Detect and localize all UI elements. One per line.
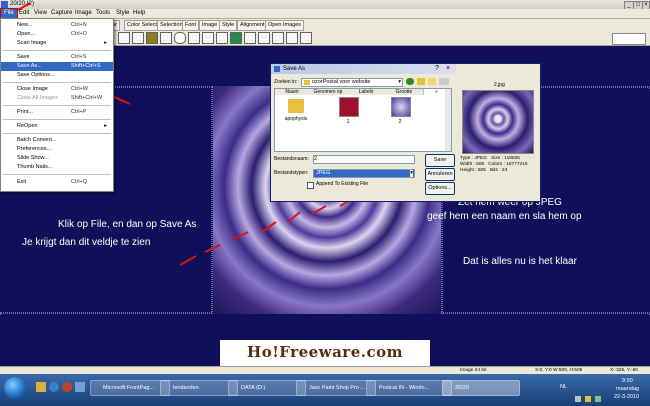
menu-item-preferences[interactable]: Preferences...	[1, 145, 113, 154]
preview-filename: 2.jpg	[494, 82, 505, 88]
help-icon[interactable]: ?	[435, 65, 439, 73]
menu-item-slide-show[interactable]: Slide Show...	[1, 154, 113, 163]
menu-item-scan-image[interactable]: Scan Image ▸	[1, 39, 113, 48]
view-menu-icon[interactable]	[439, 78, 449, 85]
preview-pane: 2.jpg Type : JPEG Size : 118835 Width : …	[456, 63, 541, 202]
menu-item-print[interactable]: Print... Ctrl+P	[1, 108, 113, 117]
menu-item-thumb-nails[interactable]: Thumb Nails...	[1, 163, 113, 172]
menu-item-exit[interactable]: Exit Ctrl+Q	[1, 178, 113, 187]
menu-item-close-image[interactable]: Close Image Ctrl+W	[1, 85, 113, 94]
red-arrow-icon	[17, 2, 31, 11]
file-label-2[interactable]: 2	[385, 119, 415, 125]
dialog-close-icon[interactable]: ×	[446, 65, 450, 73]
file-thumb-1[interactable]	[339, 97, 359, 117]
quicklaunch-browser-icon[interactable]	[49, 382, 59, 392]
dialog-icon	[274, 66, 280, 72]
filename-input[interactable]: 2	[313, 155, 415, 164]
filetype-select[interactable]: JPEG ▾	[313, 169, 415, 178]
tray-network-icon[interactable]	[575, 396, 581, 402]
clock-time[interactable]: 9:50	[622, 378, 633, 384]
save-as-dialog: Save As ? × Zoeken in: ozorPostal voor w…	[270, 63, 458, 202]
menu-separator	[3, 82, 111, 83]
clock-day: maandag	[616, 386, 639, 392]
column-date[interactable]: Genomen op	[309, 89, 348, 95]
taskbar-item-frontpage[interactable]: Microsoft FrontPag...	[90, 380, 170, 396]
up-folder-icon[interactable]	[417, 78, 425, 85]
chevron-down-icon: ▾	[398, 79, 401, 85]
taskbar-item-data-drive[interactable]: DATA (D:)	[228, 380, 306, 396]
taskbar: Microsoft FrontPag... bestanden DATA (D:…	[0, 374, 650, 406]
column-size[interactable]: Grootte	[385, 89, 424, 95]
lookin-select[interactable]: ozorPostal voor website ▾	[301, 78, 403, 87]
folder-apophysis-icon[interactable]	[288, 99, 304, 113]
options-button[interactable]: Options...	[425, 182, 455, 195]
menu-item-open[interactable]: Open... Ctrl+O	[1, 30, 113, 39]
taskbar-item-paint-shop-pro[interactable]: Jasc Paint Shop Pro ...	[296, 380, 376, 396]
freeware-banner: Ho!Freeware.com	[220, 340, 430, 366]
file-label-1[interactable]: 1	[333, 119, 363, 125]
red-arrow-icon	[111, 95, 131, 105]
quicklaunch-desktop-icon[interactable]	[75, 382, 85, 392]
menu-item-save-options[interactable]: Save Options...	[1, 71, 113, 80]
red-arrow-icon	[311, 205, 327, 215]
taskbar-item-2020[interactable]: 20/20	[442, 380, 520, 396]
tray-power-icon[interactable]	[595, 396, 601, 402]
column-name[interactable]: Naam	[275, 89, 310, 95]
preview-image	[462, 90, 534, 154]
menu-item-batch-convert[interactable]: Batch Convert...	[1, 136, 113, 145]
filetype-label: Bestandstypen:	[274, 170, 309, 176]
clock-date: 22-3-2010	[614, 394, 640, 400]
file-menu: New... Ctrl+N Open... Ctrl+O Scan Image ▸ S…	[0, 18, 114, 192]
menu-separator	[3, 174, 111, 175]
file-list[interactable]: Naam Genomen op Labels Grootte » apophys…	[274, 88, 452, 152]
tray-volume-icon[interactable]	[585, 396, 591, 402]
taskbar-item-bestanden[interactable]: bestanden	[160, 380, 238, 396]
filename-label: Bestandsnaam:	[274, 156, 309, 162]
submenu-arrow-icon: ▸	[104, 40, 107, 46]
red-arrow-icon	[204, 244, 221, 253]
red-arrow-icon	[287, 211, 301, 223]
append-checkbox[interactable]	[307, 182, 314, 189]
menu-item-save-as[interactable]: Save As... Shift+Ctrl+S	[1, 62, 113, 71]
save-button[interactable]: Save	[425, 154, 455, 167]
menu-item-reopen[interactable]: ReOpen ▸	[1, 122, 113, 131]
dialog-titlebar: Save As ? ×	[271, 64, 457, 74]
submenu-arrow-icon: ▸	[104, 123, 107, 129]
chevron-down-icon: ▾	[410, 170, 413, 177]
folder-icon	[304, 80, 310, 85]
language-indicator[interactable]: NL	[560, 384, 567, 390]
column-labels[interactable]: Labels	[347, 89, 386, 95]
menu-item-save[interactable]: Save Ctrl+S	[1, 53, 113, 62]
image-info: Type : JPEG Size : 118835 Width : 580 Co…	[460, 156, 528, 173]
more-columns-icon[interactable]: »	[435, 89, 438, 95]
quicklaunch-folder-icon[interactable]	[36, 382, 46, 392]
menu-separator	[3, 119, 111, 120]
cancel-button[interactable]: Annuleren	[425, 168, 455, 181]
quicklaunch-media-icon[interactable]	[62, 382, 72, 392]
red-arrow-icon	[261, 221, 277, 233]
menu-separator	[3, 105, 111, 106]
append-label: Append To Existing File	[316, 181, 369, 187]
dialog-title: Save As	[283, 66, 306, 72]
red-arrow-icon	[231, 231, 249, 241]
menu-item-new[interactable]: New... Ctrl+N	[1, 21, 113, 30]
back-icon[interactable]	[406, 78, 414, 85]
taskbar-item-explorer[interactable]: Postcai IN - Windo...	[366, 380, 452, 396]
menu-item-close-all[interactable]: Close All Images Shift+Ctrl+W	[1, 94, 113, 103]
file-thumb-2[interactable]	[391, 97, 411, 117]
red-arrow-icon	[179, 255, 197, 266]
file-label-apophysis[interactable]: apophysis	[281, 116, 311, 122]
new-folder-icon[interactable]	[428, 78, 436, 85]
menu-separator	[3, 50, 111, 51]
file-list-scrollbar[interactable]	[445, 89, 451, 151]
banner-text: Ho!Freeware.com	[247, 343, 403, 361]
start-button[interactable]	[4, 377, 26, 399]
lookin-label: Zoeken in:	[274, 79, 298, 85]
menu-separator	[3, 133, 111, 134]
